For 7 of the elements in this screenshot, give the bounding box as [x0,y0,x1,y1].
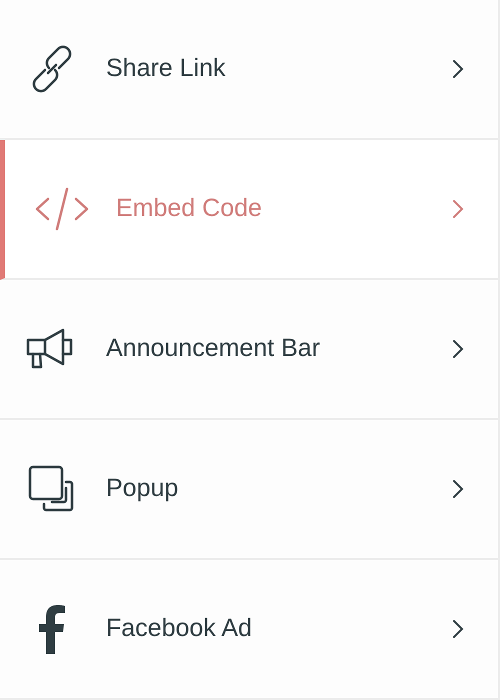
chevron-right-icon [452,59,464,79]
facebook-icon [37,604,67,654]
chevron-right-icon [452,479,464,499]
chevron-right-icon [452,619,464,639]
chevron-right-icon [452,339,464,359]
code-icon [34,185,90,233]
chevron-right-icon [452,199,464,219]
